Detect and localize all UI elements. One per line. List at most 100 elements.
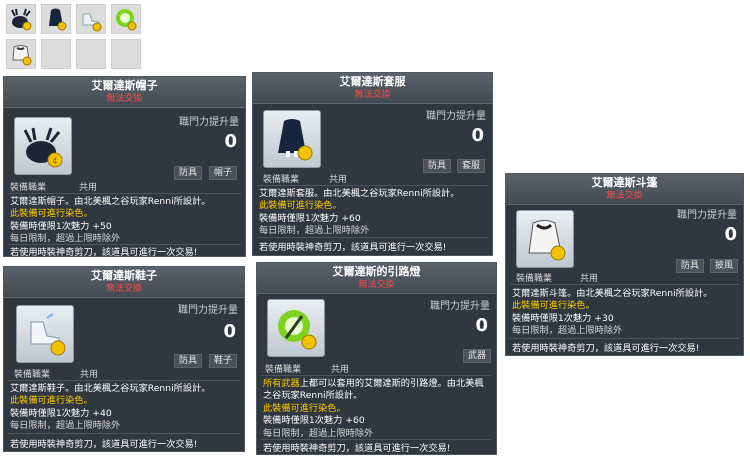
divider	[8, 380, 240, 381]
dye-line: 此裝備可進行染色。	[263, 402, 346, 414]
item-description: 艾爾達斯套服。由北美楓之谷玩家Renni所設計。 此裝備可進行染色。 裝備時僅限…	[259, 188, 488, 238]
power-value: 0	[475, 315, 488, 336]
power-value: 0	[224, 131, 237, 152]
job-value: 共用	[331, 365, 350, 375]
divider	[8, 193, 241, 194]
tag-category: 防具	[174, 354, 203, 368]
inventory-slot-suit[interactable]	[41, 4, 71, 34]
divider	[261, 375, 492, 376]
daily-limit-line: 每日限制，超過上限時除外	[512, 325, 623, 337]
lantern-icon	[278, 310, 317, 350]
tooltip-shoes: 艾爾達斯鞋子 無法交換 職門力提升量 0 防具 鞋子 裝備職業 共用 艾爾達斯鞋…	[3, 266, 245, 452]
item-description: 艾爾達斯帽子。由北美楓之谷玩家Renni所設計。 此裝備可進行染色。 裝備時僅限…	[10, 196, 241, 246]
untradable-label: 無法交換	[606, 191, 643, 201]
job-label: 裝備職業	[265, 365, 302, 375]
tooltip-header: 艾爾達斯斗篷 無法交換	[506, 174, 743, 205]
scissors-note: 若使用時裝神奇剪刀，該道具可進行一次交易!	[259, 242, 447, 253]
desc-line: 所有武器上都可以套用的艾爾達斯的引路燈。由北美楓	[263, 378, 484, 389]
dye-line: 此裝備可進行染色。	[259, 200, 342, 212]
untradable-label: 無法交換	[358, 280, 395, 290]
power-value: 0	[223, 321, 236, 342]
job-label: 裝備職業	[14, 370, 51, 380]
daily-limit-line: 每日限制，超過上限時除外	[259, 225, 370, 237]
job-label: 裝備職業	[10, 183, 47, 193]
scissors-note: 若使用時裝神奇剪刀，該道具可進行一次交易!	[512, 343, 700, 354]
untradable-label: 無法交換	[354, 90, 391, 100]
daily-limit-line: 每日限制，超過上限時除外	[10, 420, 121, 432]
divider	[257, 237, 488, 238]
power-label: 職門力提升量	[426, 111, 486, 122]
item-title: 艾爾達斯的引路燈	[332, 265, 421, 278]
suit-icon	[49, 8, 67, 31]
inventory-slot-cape[interactable]	[6, 39, 36, 69]
tag-category: 防具	[676, 259, 705, 273]
tooltip-header: 艾爾達斯鞋子 無法交換	[4, 267, 244, 298]
svg-text:¢: ¢	[52, 156, 57, 165]
item-title: 艾爾達斯斗篷	[591, 176, 658, 189]
power-label: 職門力提升量	[677, 210, 737, 221]
shoes-icon	[30, 313, 66, 356]
tag-type: 鞋子	[209, 354, 238, 368]
equip-charm-line: 裝備時僅限1次魅力 +40	[10, 407, 112, 419]
untradable-label: 無法交換	[106, 94, 143, 104]
tooltip-hat: 艾爾達斯帽子 無法交換 ¢ 職門力提升量 0 防具 帽子 裝備職業 共用 艾爾達…	[3, 76, 246, 257]
job-label: 裝備職業	[516, 274, 553, 284]
item-icon-frame: ¢	[14, 117, 72, 175]
equip-charm-line: 裝備時僅限1次魅力 +30	[512, 312, 614, 324]
inventory-slot-empty[interactable]	[76, 39, 106, 69]
item-description: 艾爾達斯斗篷。由北美楓之谷玩家Renni所設計。 此裝備可進行染色。 裝備時僅限…	[512, 288, 739, 338]
tag-category: 武器	[463, 349, 492, 363]
tooltip-cape: 艾爾達斯斗篷 無法交換 職門力提升量 0 防具 披風 裝備職業 共用 艾爾達斯斗…	[505, 173, 744, 356]
power-label: 職門力提升量	[178, 305, 238, 316]
item-title: 艾爾達斯鞋子	[91, 269, 157, 282]
inventory-slot-empty[interactable]	[41, 39, 71, 69]
item-icon-frame	[516, 210, 574, 268]
untradable-label: 無法交換	[105, 284, 142, 294]
item-title: 艾爾達斯套服	[339, 75, 406, 88]
power-label: 職門力提升量	[430, 301, 490, 312]
inventory-slot-shoes[interactable]	[76, 4, 106, 34]
tooltip-suit: 艾爾達斯套服 無法交換 職門力提升量 0 防具 套服 裝備職業 共用 艾爾達斯套…	[252, 72, 493, 256]
divider	[510, 284, 739, 285]
item-icon-frame	[267, 299, 325, 357]
equip-charm-line: 裝備時僅限1次魅力 +50	[10, 220, 112, 232]
desc-line-2: 之谷玩家Renni所設計。	[263, 390, 363, 402]
equip-charm-line: 裝備時僅限1次魅力 +60	[263, 415, 365, 427]
divider	[8, 433, 240, 434]
inventory-slot-lantern[interactable]	[111, 4, 141, 34]
scissors-note: 若使用時裝神奇剪刀，該道具可進行一次交易!	[263, 443, 451, 454]
desc-line: 艾爾達斯帽子。由北美楓之谷玩家Renni所設計。	[10, 196, 211, 207]
inventory-slot-hat[interactable]	[6, 4, 36, 34]
hat-icon: ¢	[23, 127, 63, 168]
tooltip-header: 艾爾達斯帽子 無法交換	[4, 77, 245, 108]
hat-icon	[11, 8, 32, 31]
divider	[510, 338, 739, 339]
desc-line: 艾爾達斯鞋子。由北美楓之谷玩家Renni所設計。	[10, 383, 211, 394]
suit-icon	[278, 119, 313, 161]
tag-type: 套服	[457, 159, 486, 173]
equip-charm-line: 裝備時僅限1次魅力 +60	[259, 212, 361, 224]
item-icon-frame	[263, 110, 321, 168]
item-title: 艾爾達斯帽子	[91, 79, 158, 92]
job-value: 共用	[580, 274, 599, 284]
divider	[257, 185, 488, 186]
dye-line: 此裝備可進行染色。	[10, 208, 93, 220]
desc-line: 艾爾達斯套服。由北美楓之谷玩家Renni所設計。	[259, 188, 460, 199]
tooltip-header: 艾爾達斯的引路燈 無法交換	[257, 263, 496, 294]
job-label: 裝備職業	[263, 175, 300, 185]
tooltip-lantern: 艾爾達斯的引路燈 無法交換 職門力提升量 0 武器 裝備職業 共用 所有武器上都…	[256, 262, 497, 455]
lantern-icon	[116, 9, 137, 31]
desc-line: 艾爾達斯斗篷。由北美楓之谷玩家Renni所設計。	[512, 288, 713, 299]
job-value: 共用	[80, 370, 99, 380]
item-description: 所有武器上都可以套用的艾爾達斯的引路燈。由北美楓 之谷玩家Renni所設計。 此…	[263, 378, 492, 440]
tooltip-header: 艾爾達斯套服 無法交換	[253, 73, 492, 104]
dye-line: 此裝備可進行染色。	[10, 395, 93, 407]
item-icon-frame	[16, 305, 74, 363]
tag-type: 披風	[710, 259, 739, 273]
cape-icon	[528, 220, 566, 261]
inventory-slot-empty[interactable]	[111, 39, 141, 69]
power-label: 職門力提升量	[179, 117, 239, 128]
tag-category: 防具	[174, 166, 203, 180]
shoes-icon	[82, 13, 102, 32]
tag-category: 防具	[423, 159, 452, 173]
